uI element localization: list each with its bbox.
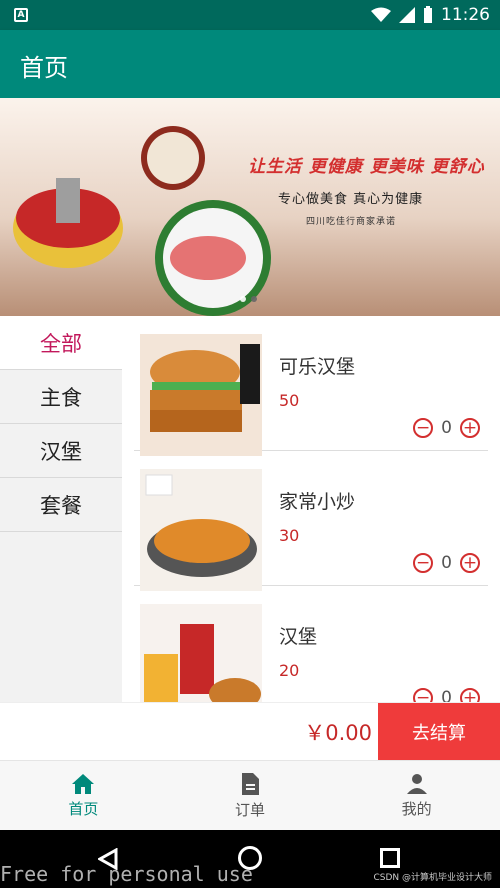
product-name: 汉堡 <box>279 626 318 648</box>
minus-button[interactable]: − <box>413 688 434 702</box>
quantity-stepper: − 0 + <box>413 688 480 702</box>
minus-button[interactable]: − <box>413 553 434 573</box>
category-sidebar: 全部 主食 汉堡 套餐 <box>0 316 122 702</box>
category-all[interactable]: 全部 <box>0 316 122 370</box>
banner-food-image <box>13 126 271 316</box>
signal-icon <box>399 7 415 23</box>
nav-home-label: 首页 <box>68 799 99 818</box>
carousel-dot <box>240 296 246 302</box>
product-row[interactable]: 汉堡 20 − 0 + <box>134 586 488 702</box>
category-burger[interactable]: 汉堡 <box>0 424 122 478</box>
carousel-indicator <box>240 296 257 302</box>
document-icon <box>242 772 259 795</box>
category-staple[interactable]: 主食 <box>0 370 122 424</box>
quantity-value: 0 <box>441 553 452 573</box>
quantity-value: 0 <box>441 418 452 438</box>
product-image <box>140 334 262 456</box>
banner-carousel[interactable]: 让生活 更健康 更美味 更舒心 专心做美食 真心为健康 四川吃佳行商家承诺 <box>0 98 500 316</box>
plus-button[interactable]: + <box>460 688 480 702</box>
nav-mine-label: 我的 <box>401 799 432 818</box>
category-combo[interactable]: 套餐 <box>0 478 122 532</box>
home-icon <box>72 773 95 794</box>
watermark: Free for personal use <box>0 862 253 886</box>
nav-home[interactable]: 首页 <box>0 761 167 830</box>
product-list[interactable]: 可乐汉堡 50 − 0 + 家常小炒 30 − 0 + 汉堡 20 − 0 + <box>134 316 488 702</box>
recents-icon[interactable] <box>380 848 400 868</box>
person-icon <box>406 773 427 794</box>
minus-button[interactable]: − <box>413 418 434 438</box>
plus-button[interactable]: + <box>460 418 480 438</box>
product-name: 家常小炒 <box>279 491 356 513</box>
product-price: 20 <box>279 661 300 680</box>
nav-orders[interactable]: 订单 <box>167 761 334 830</box>
clock: 11:26 <box>441 5 490 25</box>
product-row[interactable]: 家常小炒 30 − 0 + <box>134 451 488 591</box>
app-notification-icon: A <box>14 8 28 22</box>
quantity-stepper: − 0 + <box>413 418 480 438</box>
page-title: 首页 <box>20 54 68 82</box>
wifi-icon <box>371 7 391 22</box>
banner-slogan: 让生活 更健康 更美味 更舒心 <box>248 157 485 177</box>
product-name: 可乐汉堡 <box>279 356 356 378</box>
checkout-bar: ￥0.00 去结算 <box>0 702 500 761</box>
banner-promise: 四川吃佳行商家承诺 <box>306 217 397 227</box>
credit-watermark: CSDN @计算机毕业设计大师 <box>373 873 492 883</box>
nav-mine[interactable]: 我的 <box>333 761 500 830</box>
banner-tagline: 专心做美食 真心为健康 <box>278 192 424 207</box>
quantity-value: 0 <box>441 688 452 702</box>
bottom-navigation: 首页 订单 我的 <box>0 760 500 830</box>
product-image <box>140 469 262 591</box>
status-bar: A 11:26 <box>0 0 500 30</box>
checkout-button[interactable]: 去结算 <box>378 703 500 761</box>
product-image <box>140 604 262 702</box>
battery-icon <box>424 6 432 23</box>
total-price: ￥0.00 <box>304 721 372 745</box>
carousel-dot <box>251 296 257 302</box>
quantity-stepper: − 0 + <box>413 553 480 573</box>
plus-button[interactable]: + <box>460 553 480 573</box>
product-price: 30 <box>279 526 300 545</box>
nav-orders-label: 订单 <box>235 800 266 819</box>
status-right: 11:26 <box>371 4 490 26</box>
toolbar: 首页 <box>0 30 500 98</box>
product-price: 50 <box>279 391 300 410</box>
product-row[interactable]: 可乐汉堡 50 − 0 + <box>134 316 488 456</box>
